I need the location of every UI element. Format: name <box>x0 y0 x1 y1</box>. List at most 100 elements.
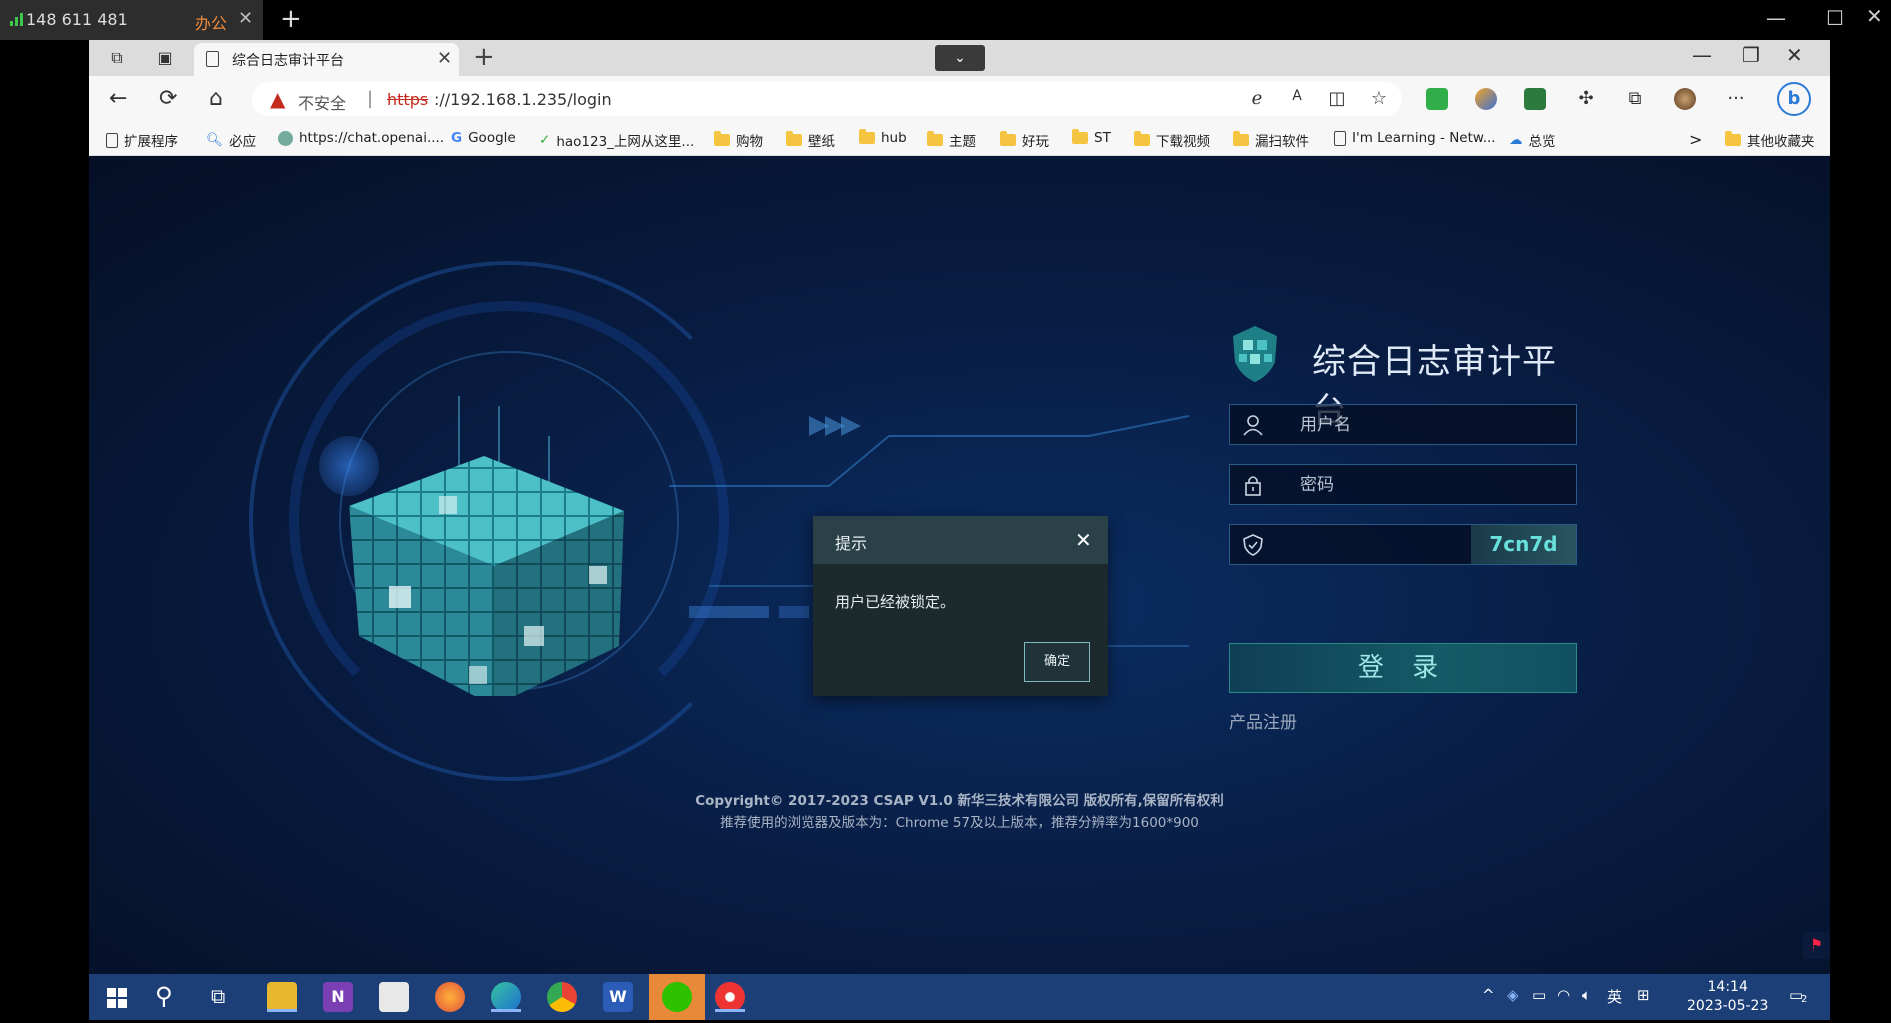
new-tab-button[interactable]: + <box>473 42 495 72</box>
bookmark-folder[interactable]: 好玩 <box>1000 130 1049 150</box>
ie-mode-icon[interactable]: ℯ <box>1246 88 1268 110</box>
volume-icon[interactable]: 🔈︎ <box>1582 986 1591 1004</box>
security-tray-icon[interactable]: ◈ <box>1507 986 1519 1004</box>
bookmark-folder[interactable]: 下载视频 <box>1134 130 1210 150</box>
search-icon[interactable]: ⚲ <box>155 982 173 1010</box>
outer-close-button[interactable]: ✕ <box>1866 4 1883 28</box>
remote-app-icon[interactable] <box>715 982 745 1012</box>
avatar[interactable] <box>1674 88 1696 110</box>
url-protocol: https <box>387 90 429 109</box>
folder-icon <box>1000 131 1016 146</box>
remote-session-tab[interactable]: 148 611 481 办公 ✕ <box>0 0 263 40</box>
session-close-button[interactable]: ✕ <box>238 8 253 29</box>
login-button[interactable]: 登 录 <box>1229 643 1577 693</box>
url-field[interactable]: ▲ 不安全 | https ://192.168.1.235/login <box>252 82 1402 116</box>
bookmark-folder[interactable]: hub <box>859 129 907 146</box>
lock-icon <box>1245 476 1261 496</box>
battery-icon[interactable]: ▭ <box>1532 986 1546 1004</box>
browser-recommendation-text: 推荐使用的浏览器及版本为：Chrome 57及以上版本，推荐分辨率为1600*9… <box>720 815 1199 831</box>
file-explorer-icon[interactable] <box>267 982 297 1012</box>
store-icon[interactable] <box>379 982 409 1012</box>
more-menu-button[interactable]: ··· <box>1725 88 1747 110</box>
new-session-button[interactable]: + <box>280 4 302 34</box>
word-icon[interactable]: W <box>603 982 633 1012</box>
extension-icon[interactable] <box>1475 88 1497 110</box>
address-bar: ← ⟳ ⌂ ▲ 不安全 | https ://192.168.1.235/log… <box>89 76 1830 122</box>
folder-icon <box>786 131 802 146</box>
clock-time: 14:14 <box>1707 979 1748 995</box>
dialog-close-button[interactable]: ✕ <box>1075 528 1092 552</box>
bookmark-folder[interactable]: ST <box>1072 129 1111 146</box>
windows-start-icon[interactable] <box>107 988 127 1008</box>
clock-date: 2023-05-23 <box>1687 998 1769 1014</box>
outer-minimize-button[interactable]: — <box>1766 6 1786 30</box>
read-aloud-icon[interactable]: A <box>1286 88 1308 110</box>
browser-window: ⧉ ▣ 综合日志审计平台 ✕ + ⌄ — ❐ ✕ ← ⟳ ⌂ ▲ 不安全 | h… <box>89 40 1830 974</box>
captcha-image[interactable]: 7cn7d <box>1471 525 1576 564</box>
edge-icon[interactable] <box>491 982 521 1012</box>
system-clock[interactable]: 14:14 2023-05-23 <box>1687 978 1768 1016</box>
bookmark-folder[interactable]: 主题 <box>927 130 976 150</box>
url-separator: | <box>367 88 374 109</box>
bookmark-item[interactable]: https://chat.openai.... <box>278 130 444 146</box>
minimize-button[interactable]: — <box>1692 43 1712 67</box>
password-input[interactable] <box>1300 465 1560 504</box>
tab-actions-icon[interactable]: ▣ <box>155 48 175 68</box>
workspaces-icon[interactable]: ⧉ <box>107 48 127 68</box>
bookmark-folder[interactable]: 壁纸 <box>786 130 835 150</box>
input-language[interactable]: 英 <box>1607 986 1622 1007</box>
firefox-icon[interactable] <box>435 982 465 1012</box>
page-icon <box>1334 130 1346 146</box>
page-icon <box>206 51 219 67</box>
reader-view-icon[interactable]: ◫ <box>1326 88 1348 110</box>
download-extension-icon[interactable] <box>1524 88 1546 110</box>
bing-icon[interactable]: b <box>1777 82 1811 116</box>
folder-icon <box>1072 129 1088 144</box>
bookmark-folder[interactable]: 购物 <box>714 130 763 150</box>
keyboard-layout-icon[interactable]: ⊞ <box>1637 986 1650 1004</box>
refresh-button[interactable]: ⟳ <box>159 86 177 111</box>
chrome-icon[interactable] <box>547 982 577 1012</box>
username-input[interactable] <box>1300 405 1560 444</box>
wifi-icon[interactable]: ◠ <box>1557 986 1570 1004</box>
bookmark-item[interactable]: G Google <box>451 130 516 146</box>
restore-button[interactable]: ❐ <box>1742 43 1760 67</box>
home-button[interactable]: ⌂ <box>209 86 223 111</box>
close-button[interactable]: ✕ <box>1786 43 1803 67</box>
product-register-link[interactable]: 产品注册 <box>1229 708 1297 733</box>
bookmark-item[interactable]: I'm Learning - Netw... <box>1334 130 1496 146</box>
collections-icon[interactable]: ⧉ <box>1624 88 1646 110</box>
shield-extension-icon[interactable] <box>1426 88 1448 110</box>
folder-icon <box>927 131 943 146</box>
bookmark-item[interactable]: 扩展程序 <box>106 130 178 150</box>
user-icon <box>1243 415 1263 436</box>
tab-login-page[interactable]: 综合日志审计平台 ✕ <box>194 43 459 76</box>
flag-icon[interactable]: ⚑ <box>1803 932 1830 959</box>
alert-dialog: 提示 ✕ 用户已经被锁定。 确定 <box>813 516 1108 696</box>
back-button[interactable]: ← <box>109 86 127 111</box>
dialog-title: 提示 <box>835 534 868 553</box>
favorite-icon[interactable]: ☆ <box>1368 88 1390 110</box>
taskbar: ⚲ ⧉ N W ^ ◈ ▭ ◠ 🔈︎ 英 ⊞ 14:14 2023-05-23 … <box>89 974 1830 1020</box>
tray-overflow-button[interactable]: ^ <box>1482 986 1495 1004</box>
extensions-icon[interactable]: ✣ <box>1575 88 1597 110</box>
bookmark-folder-other[interactable]: 其他收藏夹 <box>1725 130 1815 150</box>
onenote-icon[interactable]: N <box>323 982 353 1012</box>
captcha-input[interactable] <box>1300 525 1460 564</box>
bookmark-item[interactable]: ✓ hao123_上网从这里... <box>539 130 694 150</box>
folder-icon <box>1233 131 1249 146</box>
tab-title: 综合日志审计平台 <box>232 53 344 69</box>
outer-maximize-button[interactable]: ☐ <box>1826 6 1844 30</box>
bookmark-item[interactable]: ☁ 总览 <box>1509 130 1556 150</box>
shield-logo-icon <box>1233 326 1277 382</box>
security-label[interactable]: 不安全 <box>298 90 346 114</box>
dialog-ok-button[interactable]: 确定 <box>1024 642 1090 682</box>
bookmark-folder[interactable]: 漏扫软件 <box>1233 130 1309 150</box>
task-view-icon[interactable]: ⧉ <box>211 984 225 1008</box>
openai-icon <box>278 130 293 146</box>
wechat-button[interactable] <box>649 974 705 1020</box>
bookmark-item[interactable]: 🔍︎ 必应 <box>206 130 256 150</box>
tab-search-button[interactable]: ⌄ <box>935 45 985 71</box>
bookmarks-overflow-button[interactable]: > <box>1689 130 1702 149</box>
tab-close-button[interactable]: ✕ <box>437 48 452 69</box>
